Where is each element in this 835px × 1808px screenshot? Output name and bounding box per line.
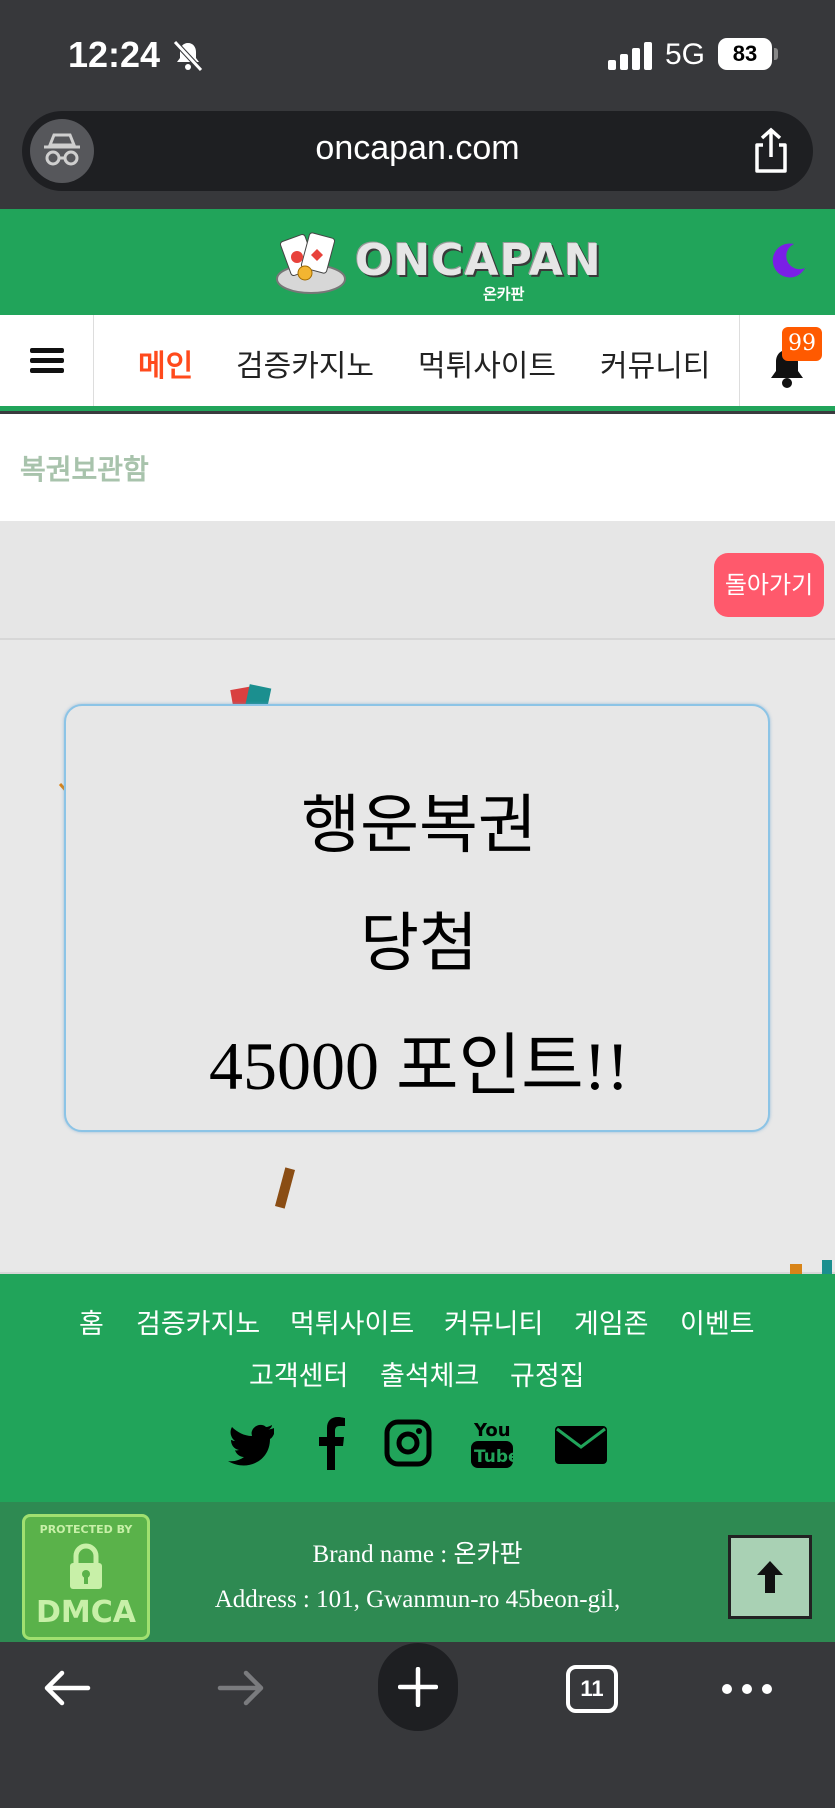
nav-item-main[interactable]: 메인 — [138, 341, 193, 385]
status-bar: 12:24 5G 83 — [0, 0, 835, 105]
lottery-title: 행운복권 — [301, 789, 537, 863]
url-text: oncapan.com — [315, 129, 520, 167]
logo-wordmark: ONCAPAN — [355, 235, 602, 286]
lottery-result-box: 행운복권 당첨 45000 포인트!! — [64, 704, 770, 1132]
back-button[interactable]: 돌아가기 — [714, 553, 824, 617]
notification-badge: 99 — [782, 327, 822, 361]
new-tab-button[interactable] — [378, 1643, 458, 1731]
status-time: 12:24 — [68, 34, 161, 75]
svg-text:You: You — [473, 1420, 511, 1441]
confetti-piece — [274, 1167, 296, 1209]
twitter-icon[interactable] — [226, 1416, 276, 1470]
more-options-icon[interactable] — [720, 1682, 774, 1696]
footer-link-rules[interactable]: 규정집 — [510, 1354, 585, 1393]
hamburger-menu-icon[interactable] — [0, 315, 94, 406]
footer-link-game-zone[interactable]: 게임존 — [574, 1302, 649, 1341]
svg-text:Tube: Tube — [474, 1447, 514, 1467]
page-title: 복권보관함 — [20, 453, 149, 486]
dmca-badge[interactable]: PROTECTED BY DMCA — [22, 1514, 150, 1640]
battery-level: 83 — [718, 38, 772, 70]
footer-link-events[interactable]: 이벤트 — [680, 1302, 755, 1341]
youtube-icon[interactable]: You Tube — [470, 1416, 514, 1470]
logo-cards-icon — [276, 232, 346, 294]
page-title-bar: 복권보관함 — [0, 414, 835, 521]
network-type: 5G — [665, 38, 706, 71]
email-icon[interactable] — [554, 1416, 608, 1470]
footer-link-home[interactable]: 홈 — [79, 1302, 104, 1341]
battery-icon: 83 — [718, 38, 778, 70]
instagram-icon[interactable] — [384, 1416, 432, 1470]
nav-item-verified-casino[interactable]: 검증카지노 — [236, 341, 374, 385]
share-icon[interactable] — [749, 127, 793, 175]
footer-address: Address : 101, Gwanmun-ro 45beon-gil, — [214, 1586, 621, 1613]
footer-link-verified-casino[interactable]: 검증카지노 — [136, 1302, 260, 1341]
footer-link-attendance[interactable]: 출석체크 — [380, 1354, 479, 1393]
main-nav: 메인 검증카지노 먹튀사이트 커뮤니티 — [0, 315, 835, 411]
scroll-to-top-button[interactable] — [728, 1535, 812, 1619]
lottery-status: 당첨 — [360, 907, 478, 981]
footer-link-scam-sites[interactable]: 먹튀사이트 — [290, 1302, 414, 1341]
tabs-count-button[interactable]: 11 — [566, 1665, 618, 1713]
back-arrow-icon[interactable] — [42, 1668, 92, 1708]
dark-mode-moon-icon[interactable] — [768, 240, 808, 280]
facebook-icon[interactable] — [314, 1416, 346, 1470]
nav-item-scam-sites[interactable]: 먹튀사이트 — [418, 341, 556, 385]
site-header: ONCAPAN 온카판 — [0, 209, 835, 315]
arrow-up-icon — [757, 1561, 783, 1593]
forward-arrow-icon[interactable] — [216, 1668, 266, 1708]
confetti-piece — [790, 1260, 832, 1274]
logo-subtitle: 온카판 — [483, 285, 525, 303]
footer-brand-name: Brand name : 온카판 — [312, 1541, 523, 1568]
lottery-points: 45000 포인트!! — [209, 1028, 629, 1104]
nav-item-community[interactable]: 커뮤니티 — [600, 341, 710, 385]
address-bar[interactable]: oncapan.com — [22, 111, 813, 191]
footer-link-support[interactable]: 고객센터 — [249, 1354, 348, 1393]
browser-address-area: oncapan.com — [0, 105, 835, 209]
signal-icon — [608, 42, 652, 70]
footer-link-community[interactable]: 커뮤니티 — [444, 1302, 543, 1341]
plus-icon — [398, 1667, 438, 1707]
bell-muted-icon — [173, 40, 203, 72]
site-logo[interactable]: ONCAPAN 온카판 — [275, 229, 601, 303]
